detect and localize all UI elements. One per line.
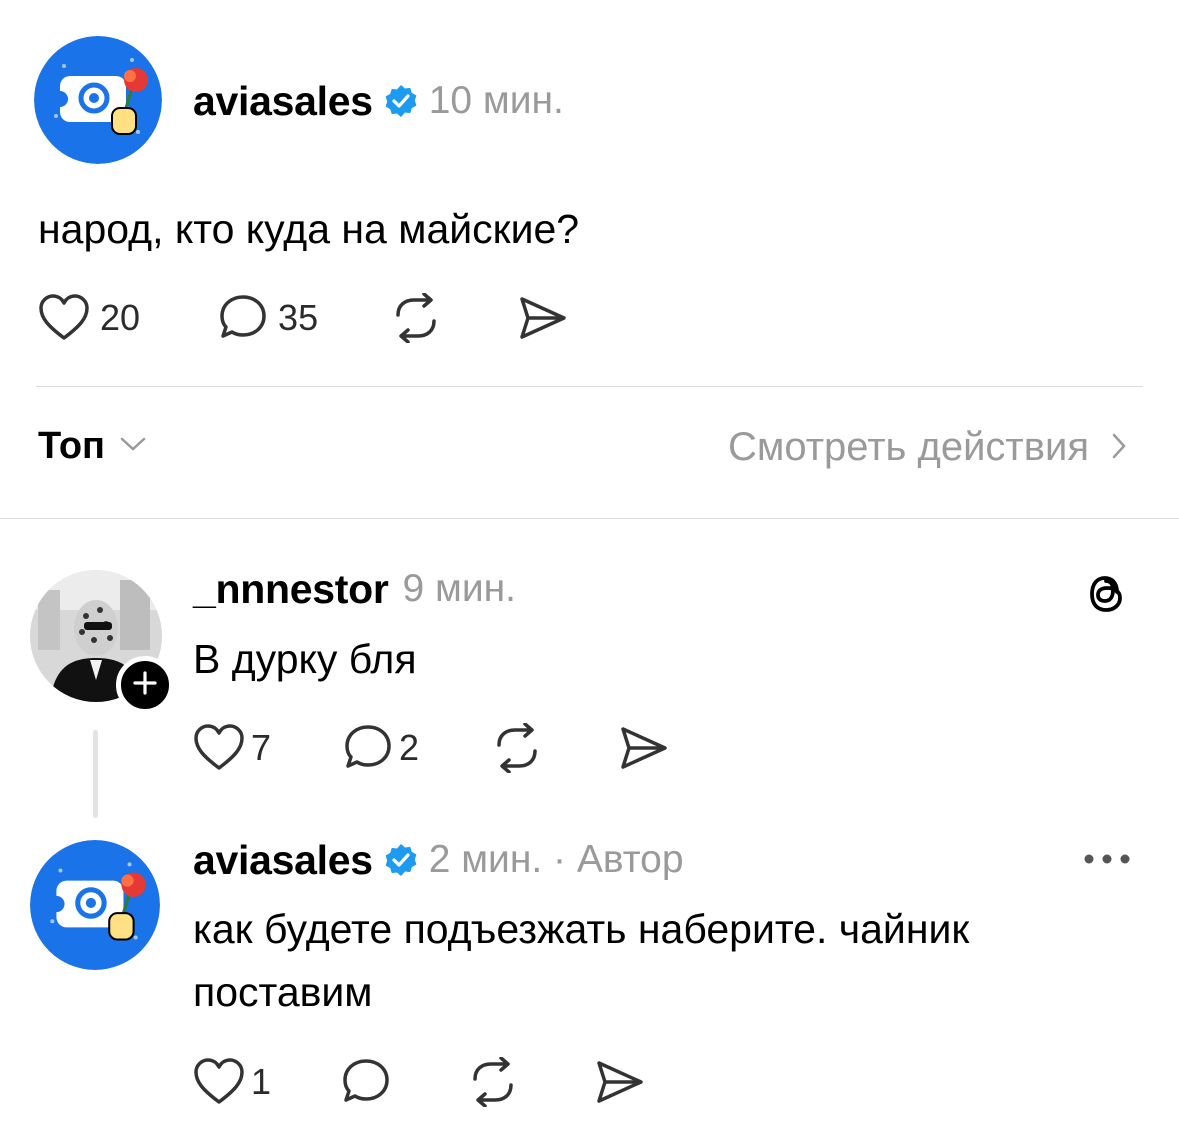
comment-icon xyxy=(343,723,393,773)
more-icon[interactable] xyxy=(1082,852,1132,871)
comment-button[interactable]: 2 xyxy=(343,723,419,773)
comment-button[interactable] xyxy=(341,1057,391,1107)
post-text: народ, кто куда на майские? xyxy=(38,206,580,252)
sort-selector[interactable]: Топ xyxy=(38,425,147,468)
share-button[interactable] xyxy=(619,724,669,772)
plus-icon xyxy=(132,670,158,701)
reply-username[interactable]: _nnnestor xyxy=(193,566,389,613)
heart-icon xyxy=(193,1058,245,1106)
share-button[interactable] xyxy=(595,1058,645,1106)
post-username[interactable]: aviasales xyxy=(193,78,373,125)
view-activity-link[interactable]: Смотреть действия xyxy=(728,425,1127,470)
share-icon xyxy=(518,294,568,342)
like-count: 7 xyxy=(251,727,272,768)
avatar-aviasales[interactable] xyxy=(30,840,160,970)
verified-icon xyxy=(383,842,419,878)
repost-button[interactable] xyxy=(491,723,543,773)
reply-username[interactable]: aviasales xyxy=(193,837,373,884)
chevron-right-icon xyxy=(1111,425,1127,470)
repost-icon xyxy=(390,293,442,343)
post-time: 10 мин. xyxy=(428,79,564,122)
sort-label: Топ xyxy=(38,425,105,467)
share-icon xyxy=(595,1058,645,1106)
repost-button[interactable] xyxy=(467,1057,519,1107)
like-count: 20 xyxy=(100,297,141,338)
share-icon xyxy=(619,724,669,772)
reply-text: В дурку бля xyxy=(193,636,417,682)
like-count: 1 xyxy=(251,1061,272,1102)
post-divider xyxy=(36,386,1143,387)
heart-icon xyxy=(193,724,245,772)
follow-button[interactable] xyxy=(116,656,174,714)
share-button[interactable] xyxy=(518,294,568,342)
thread-line xyxy=(93,730,98,818)
comment-count: 35 xyxy=(278,297,319,338)
verified-icon xyxy=(383,83,419,119)
section-divider xyxy=(0,518,1179,519)
like-button[interactable]: 7 xyxy=(193,724,271,772)
reply-time: 2 мин. · Автор xyxy=(428,838,684,881)
comment-icon xyxy=(218,293,268,343)
repost-button[interactable] xyxy=(390,293,442,343)
comment-count: 2 xyxy=(399,727,420,768)
reply-time: 9 мин. xyxy=(402,567,517,610)
view-activity-label: Смотреть действия xyxy=(727,425,1089,469)
repost-icon xyxy=(467,1057,519,1107)
comment-button[interactable]: 35 xyxy=(218,293,318,343)
like-button[interactable]: 1 xyxy=(193,1058,271,1106)
comment-icon xyxy=(341,1057,391,1107)
avatar-aviasales[interactable] xyxy=(34,36,162,164)
chevron-down-icon xyxy=(119,435,147,458)
like-button[interactable]: 20 xyxy=(38,294,140,342)
repost-icon xyxy=(491,723,543,773)
threads-icon[interactable] xyxy=(1084,570,1130,623)
heart-icon xyxy=(38,294,90,342)
reply-text: как будете подъезжать наберите. чайник п… xyxy=(193,906,970,1015)
